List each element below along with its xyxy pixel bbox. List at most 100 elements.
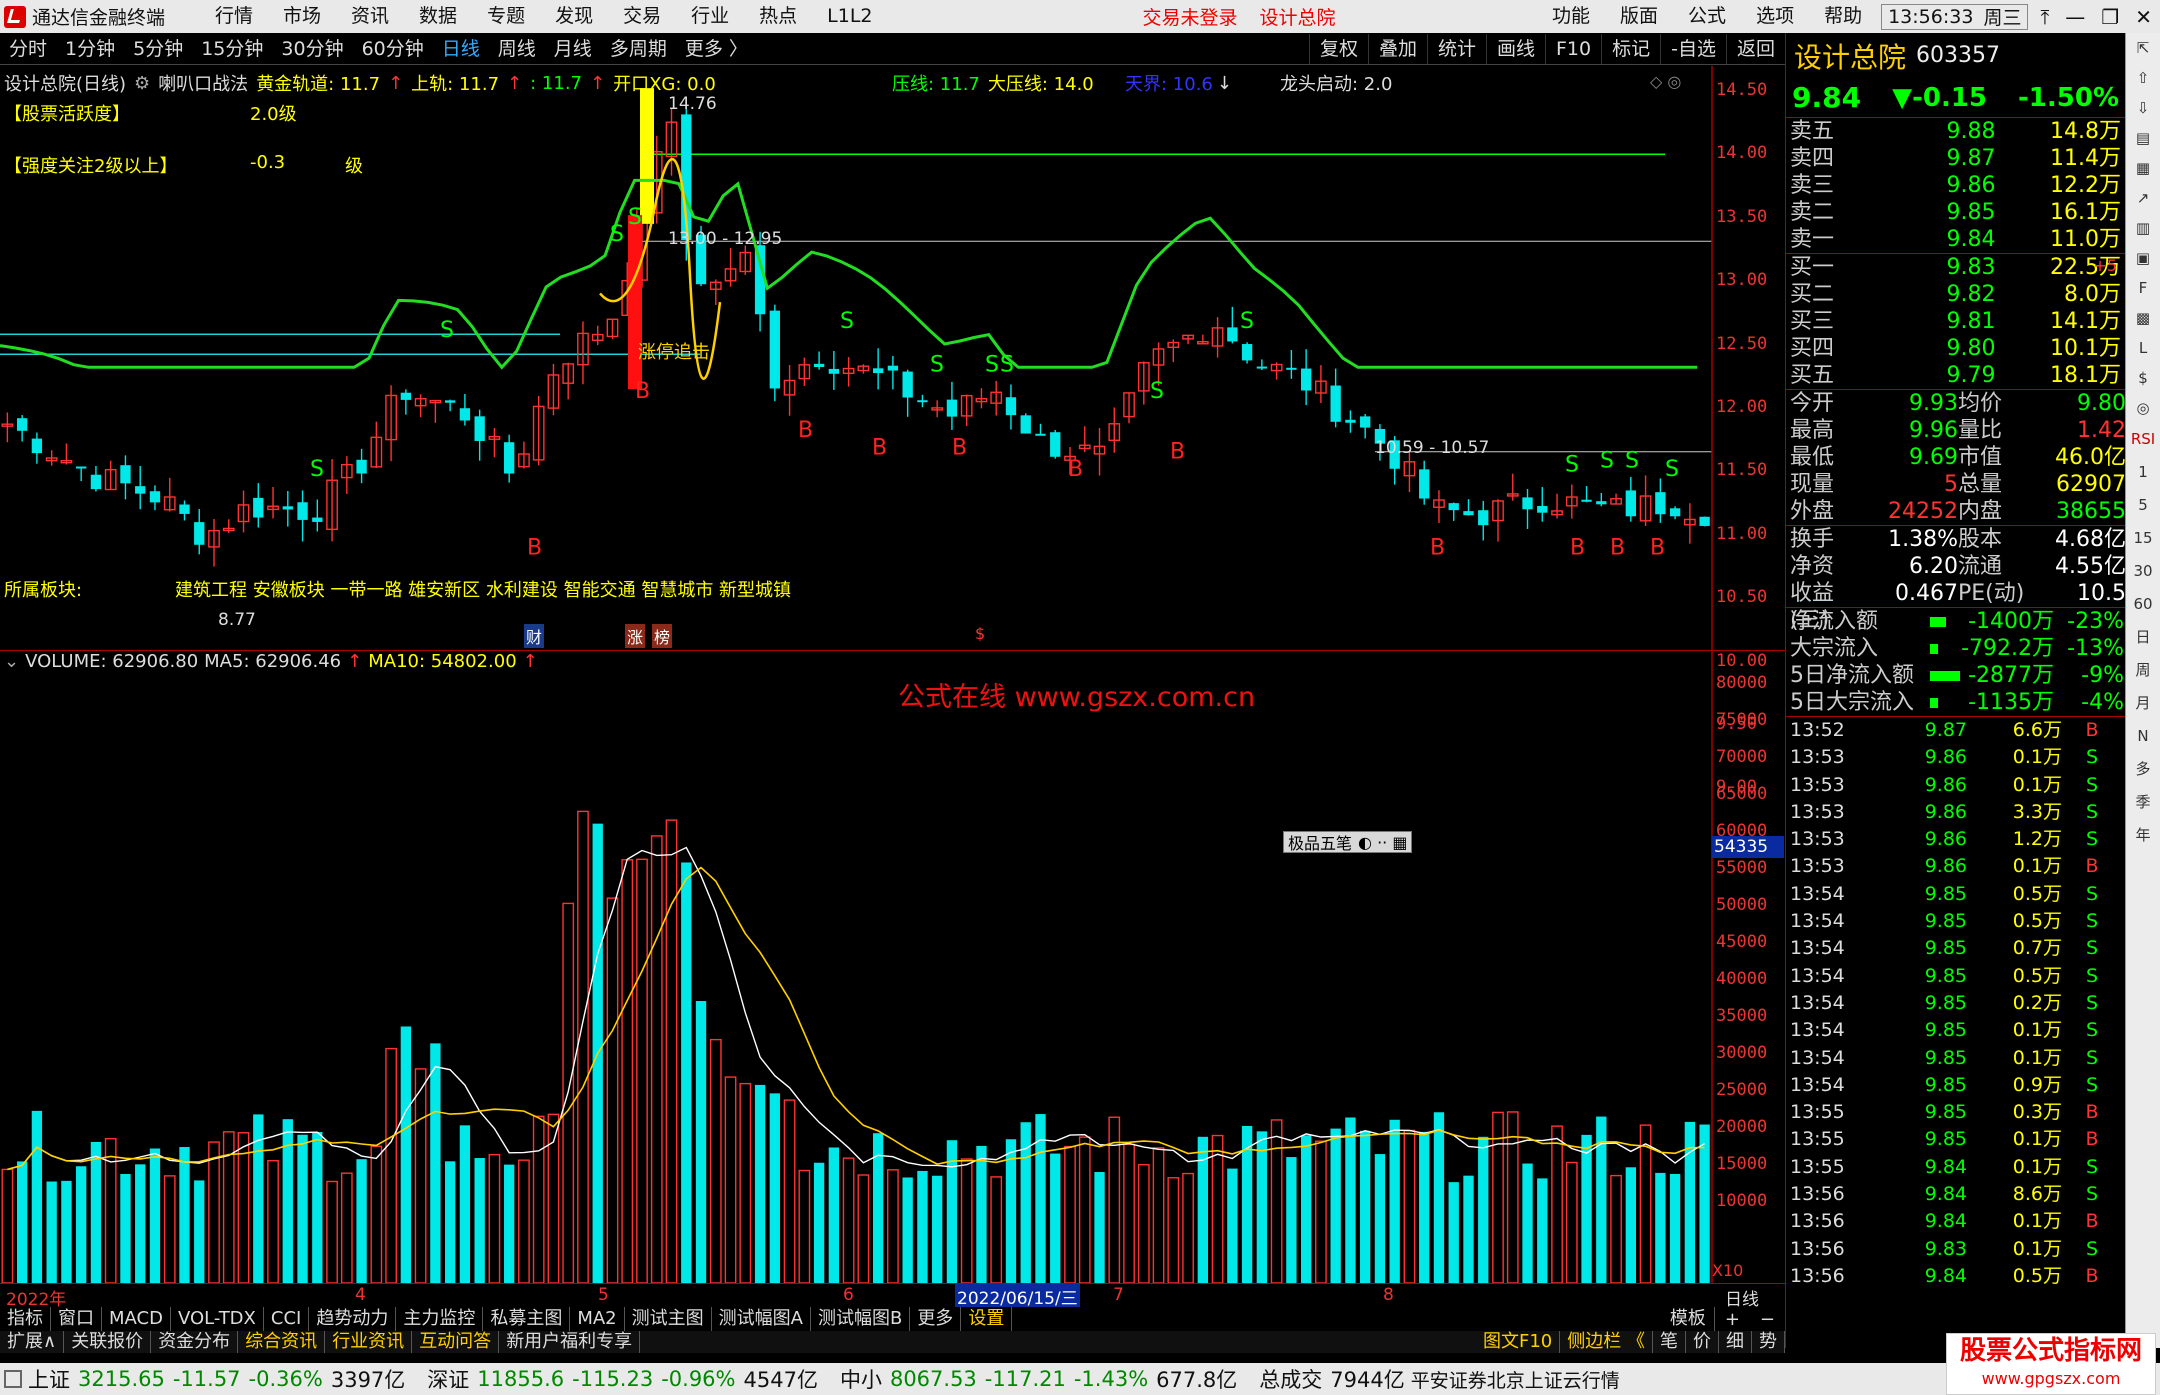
tick-row[interactable]: 13:539.860.1万S1 xyxy=(1786,744,2158,771)
l2-icon[interactable]: L xyxy=(2126,333,2160,363)
tick-row[interactable]: 13:559.840.1万S1 xyxy=(1786,1154,2158,1181)
indicator-tab-4[interactable]: CCI xyxy=(264,1307,310,1331)
period-tab-7[interactable]: 周线 xyxy=(489,33,545,65)
period-tab-4[interactable]: 30分钟 xyxy=(272,33,352,65)
tick-row[interactable]: 13:539.860.1万B1 xyxy=(1786,853,2158,880)
grid-icon[interactable]: ▦ xyxy=(2126,153,2160,183)
ime-moon-icon[interactable]: ◐ ·· ▦ xyxy=(1358,833,1407,852)
sidebar-item-6[interactable]: 日 xyxy=(2126,621,2160,654)
menu-item-7[interactable]: 行业 xyxy=(676,0,744,33)
restore-icon[interactable]: ❐ xyxy=(2093,5,2127,29)
right-menu-item-0[interactable]: 功能 xyxy=(1537,0,1605,33)
tick-row[interactable]: 13:549.850.2万S2 xyxy=(1786,990,2158,1017)
indicator-tab-0[interactable]: 指标 xyxy=(0,1307,51,1331)
menu-item-8[interactable]: 热点 xyxy=(744,0,812,33)
fund-icon[interactable]: $ xyxy=(2126,363,2160,393)
kline-icon[interactable]: ▥ xyxy=(2126,213,2160,243)
extension-tab-3[interactable]: 综合资讯 xyxy=(238,1331,326,1353)
settings-icon[interactable]: ⚙ xyxy=(134,73,150,94)
chart-options-icons[interactable]: ◇ ◎ xyxy=(1650,72,1681,91)
indicator-tab-3[interactable]: VOL-TDX xyxy=(171,1307,264,1331)
tick-row[interactable]: 13:539.861.2万S3 xyxy=(1786,826,2158,853)
asks-row[interactable]: 卖三 9.86 12.2万 xyxy=(1786,172,2125,199)
extension-right-tab-4[interactable]: 细 xyxy=(1719,1331,1752,1353)
extension-tab-5[interactable]: 互动问答 xyxy=(412,1331,500,1353)
extension-tab-2[interactable]: 资金分布 xyxy=(151,1331,239,1353)
volume-chart[interactable]: ⌄ VOLUME: 62906.80 MA5: 62906.46 ↑ MA10:… xyxy=(0,651,1785,1283)
indicator-tab-2[interactable]: MACD xyxy=(102,1307,171,1331)
ime-toolbar[interactable]: 极品五笔 ◐ ·· ▦ xyxy=(1283,830,1413,854)
down-arrow-icon[interactable]: ⇩ xyxy=(2126,93,2160,123)
book-icon[interactable]: ▣ xyxy=(2126,243,2160,273)
indicator-tab-6[interactable]: 主力监控 xyxy=(396,1307,484,1331)
tick-row[interactable]: 13:539.863.3万S5 xyxy=(1786,799,2158,826)
minimize-icon[interactable]: — xyxy=(2057,5,2093,29)
formula-name[interactable]: 喇叭口战法 xyxy=(158,70,248,96)
extension-right-tab-2[interactable]: 笔 xyxy=(1653,1331,1686,1353)
ime-name[interactable]: 极品五笔 xyxy=(1288,830,1352,854)
toolbar-button-1[interactable]: 叠加 xyxy=(1367,33,1427,64)
asks-row[interactable]: 卖一 9.84 11.0万 xyxy=(1786,226,2125,253)
toolbar-button-3[interactable]: 画线 xyxy=(1485,33,1545,64)
extension-tab-6[interactable]: 新用户福利专享 xyxy=(499,1331,641,1353)
tick-row[interactable]: 13:549.850.1万S1 xyxy=(1786,1045,2158,1072)
sidebar-item-7[interactable]: 周 xyxy=(2126,654,2160,687)
tick-row[interactable]: 13:559.850.3万B1 xyxy=(1786,1099,2158,1126)
tick-row[interactable]: 13:559.850.1万B1 xyxy=(1786,1126,2158,1153)
sidebar-item-5[interactable]: 60 xyxy=(2126,588,2160,621)
sz-label[interactable]: 深证 xyxy=(427,1364,469,1394)
right-menu-item-3[interactable]: 选项 xyxy=(1741,0,1809,33)
period-tab-10[interactable]: 更多 〉 xyxy=(676,33,757,65)
tick-row[interactable]: 13:539.860.1万S1 xyxy=(1786,772,2158,799)
indicator-tab-7[interactable]: 私募主图 xyxy=(483,1307,571,1331)
zoom-in-icon[interactable]: + xyxy=(1715,1309,1750,1330)
indicator-tab-1[interactable]: 窗口 xyxy=(51,1307,102,1331)
menu-item-9[interactable]: L1L2 xyxy=(812,0,887,33)
bids-row[interactable]: 买三 9.81 14.1万 xyxy=(1786,308,2125,335)
chart-icon[interactable]: ↗ xyxy=(2126,183,2160,213)
menu-item-1[interactable]: 市场 xyxy=(268,0,336,33)
extension-tab-0[interactable]: 扩展∧ xyxy=(0,1331,65,1353)
menu-item-5[interactable]: 发现 xyxy=(540,0,608,33)
sidebar-item-1[interactable]: 1 xyxy=(2126,456,2160,489)
zoom-out-icon[interactable]: − xyxy=(1750,1309,1785,1330)
indicator-tab-12[interactable]: 更多 xyxy=(910,1307,962,1331)
extension-tab-1[interactable]: 关联报价 xyxy=(64,1331,152,1353)
up-arrow-icon[interactable]: ⇧ xyxy=(2126,63,2160,93)
sidebar-item-9[interactable]: N xyxy=(2126,720,2160,753)
zx-label[interactable]: 中小 xyxy=(840,1364,882,1394)
sidebar-item-3[interactable]: 15 xyxy=(2126,522,2160,555)
tag-cai[interactable]: 财 xyxy=(524,624,545,648)
toolbar-button-0[interactable]: 复权 xyxy=(1308,33,1368,64)
tick-row[interactable]: 13:529.876.6万B2 xyxy=(1786,717,2158,744)
extension-right-tab-0[interactable]: 图文F10 xyxy=(1476,1331,1561,1353)
tick-row[interactable]: 13:549.850.9万S2 xyxy=(1786,1072,2158,1099)
menu-item-2[interactable]: 资讯 xyxy=(336,0,404,33)
bids-row[interactable]: 买二 9.82 8.0万 xyxy=(1786,281,2125,308)
indicator-tab-13[interactable]: 设置 xyxy=(961,1307,1013,1331)
sidebar-item-4[interactable]: 30 xyxy=(2126,555,2160,588)
menu-item-3[interactable]: 数据 xyxy=(404,0,472,33)
period-tab-0[interactable]: 分时 xyxy=(0,33,56,65)
menu-item-0[interactable]: 行情 xyxy=(200,0,268,33)
toolbar-button-5[interactable]: 标记 xyxy=(1601,33,1660,64)
indicator-tab-11[interactable]: 测试幅图B xyxy=(811,1307,911,1331)
toolbar-button-4[interactable]: F10 xyxy=(1545,33,1601,64)
sh-label[interactable]: 上证 xyxy=(28,1364,70,1394)
sidebar-item-12[interactable]: 年 xyxy=(2126,819,2160,852)
tick-row[interactable]: 13:549.850.5万S2 xyxy=(1786,963,2158,990)
right-menu-item-4[interactable]: 帮助 xyxy=(1809,0,1877,33)
sidebar-item-8[interactable]: 月 xyxy=(2126,687,2160,720)
pin-icon[interactable]: ⇱ xyxy=(2126,33,2160,63)
tick-row[interactable]: 13:569.848.6万S5 xyxy=(1786,1181,2158,1208)
bids-row[interactable]: 买一 9.83 22.5万 xyxy=(1786,254,2125,281)
tick-row[interactable]: 13:549.850.5万S1 xyxy=(1786,908,2158,935)
period-tab-6[interactable]: 日线 xyxy=(433,33,489,65)
toolbar-button-7[interactable]: 返回 xyxy=(1725,33,1785,64)
tick-row[interactable]: 13:549.850.1万S1 xyxy=(1786,1017,2158,1044)
collapse-icon[interactable]: ⤒ xyxy=(2032,5,2057,29)
menu-item-6[interactable]: 交易 xyxy=(608,0,676,33)
toolbar-button-2[interactable]: 统计 xyxy=(1426,33,1486,64)
server-name[interactable]: 平安证券北京上证云行情 xyxy=(1411,1366,1620,1393)
globe-icon[interactable]: ◎ xyxy=(2126,393,2160,423)
